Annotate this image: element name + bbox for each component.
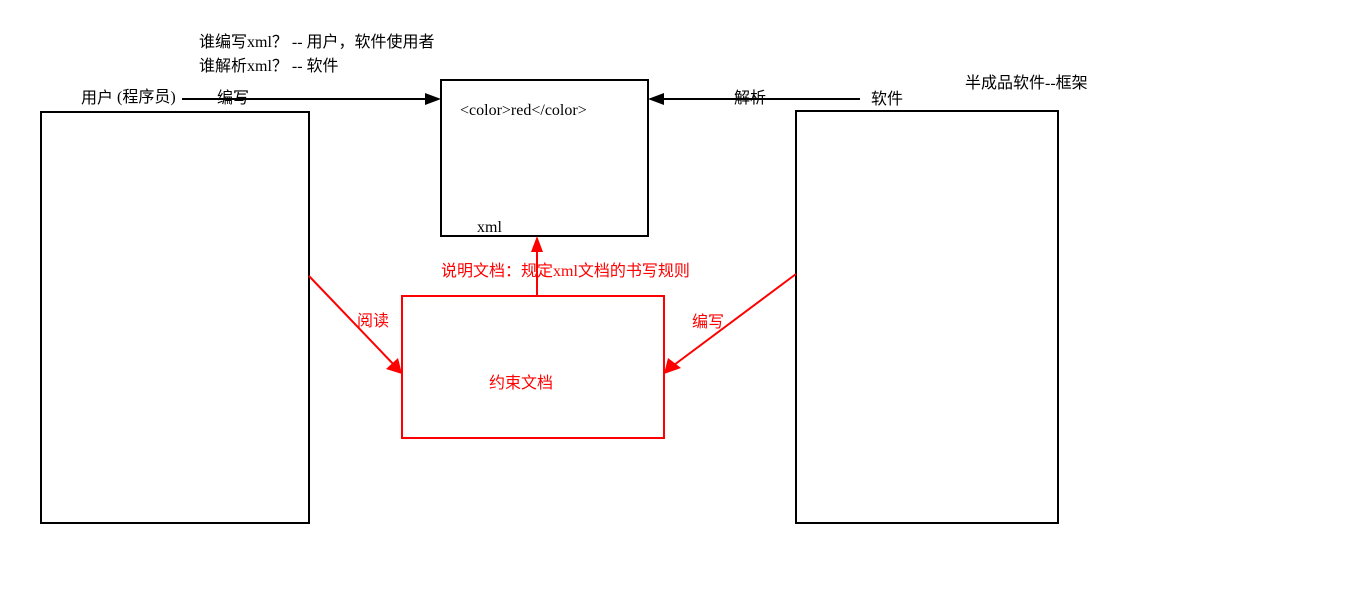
- read-arrow-label: 阅读: [357, 307, 389, 331]
- parse-arrow-label: 解析: [734, 84, 766, 108]
- doc-note-label: 说明文档：规定xml文档的书写规则: [441, 257, 690, 281]
- write-arrow-label: 编写: [217, 84, 249, 108]
- framework-label: 半成品软件--框架: [965, 69, 1088, 93]
- software-label: 软件: [871, 85, 903, 109]
- constraint-doc-box: [402, 296, 664, 438]
- user-box: [41, 112, 309, 523]
- xml-label: xml: [477, 219, 502, 237]
- software-box: [796, 111, 1058, 523]
- constraint-doc-label: 约束文档: [489, 369, 553, 393]
- header-line-1: 谁编写xml？ -- 用户，软件使用者: [199, 28, 435, 52]
- header-line-2: 谁解析xml？ -- 软件: [199, 52, 339, 76]
- xml-content: <color>red</color>: [460, 102, 587, 120]
- diagram-overlay: [0, 0, 1360, 602]
- programmer-label: (程序员): [117, 83, 176, 107]
- write-arrow-label-red: 编写: [692, 308, 724, 332]
- user-label: 用户: [81, 84, 113, 108]
- write-arrow-red: [664, 274, 796, 374]
